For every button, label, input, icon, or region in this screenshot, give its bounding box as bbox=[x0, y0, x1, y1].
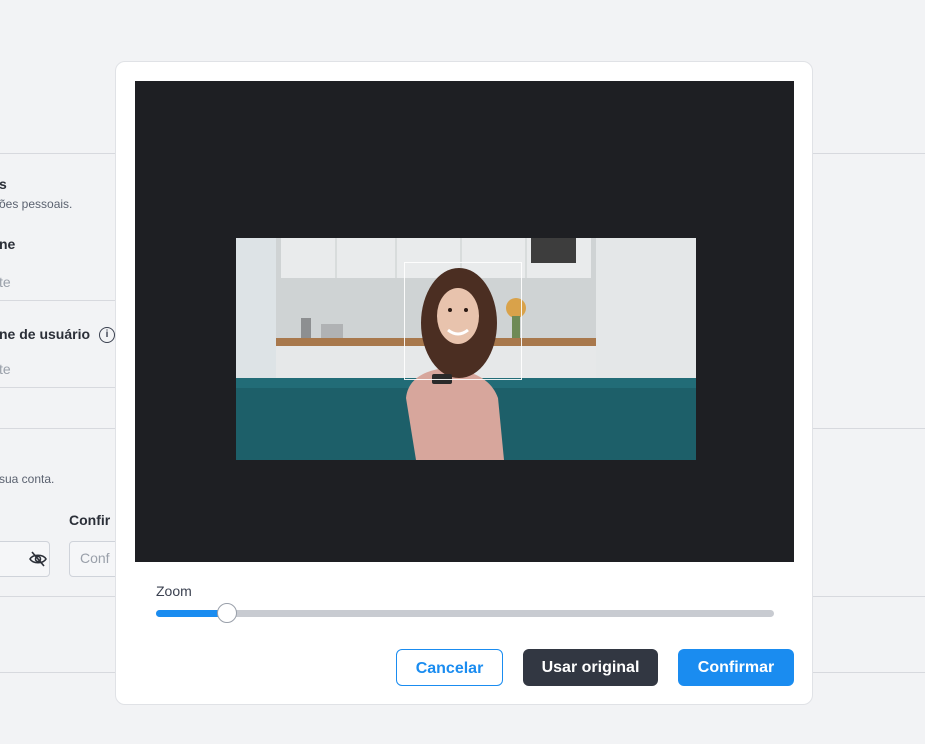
username-label: ne de usuário bbox=[0, 326, 91, 342]
divider bbox=[0, 300, 115, 301]
zoom-label: Zoom bbox=[156, 583, 192, 599]
confirm-password-label: Confir bbox=[69, 512, 111, 528]
eye-off-icon[interactable] bbox=[29, 551, 47, 572]
image-crop-modal: Zoom Cancelar Usar original Confirmar bbox=[115, 61, 813, 705]
password-field[interactable] bbox=[0, 541, 50, 577]
section-subtitle: ões pessoais. bbox=[0, 197, 73, 211]
confirm-button[interactable]: Confirmar bbox=[678, 649, 794, 686]
name-label: ne bbox=[0, 236, 16, 252]
name-input[interactable]: te bbox=[0, 274, 11, 290]
crop-selection[interactable] bbox=[404, 262, 522, 380]
confirm-password-placeholder: Conf bbox=[80, 550, 110, 566]
crop-canvas[interactable] bbox=[135, 81, 794, 562]
cancel-button[interactable]: Cancelar bbox=[396, 649, 503, 686]
zoom-slider[interactable] bbox=[156, 603, 774, 623]
divider bbox=[0, 387, 115, 388]
section-title: s bbox=[0, 176, 7, 192]
section-subtitle: sua conta. bbox=[0, 472, 55, 486]
username-input[interactable]: te bbox=[0, 361, 11, 377]
use-original-button[interactable]: Usar original bbox=[523, 649, 658, 686]
zoom-slider-thumb[interactable] bbox=[217, 603, 238, 623]
info-icon[interactable]: i bbox=[99, 327, 115, 343]
